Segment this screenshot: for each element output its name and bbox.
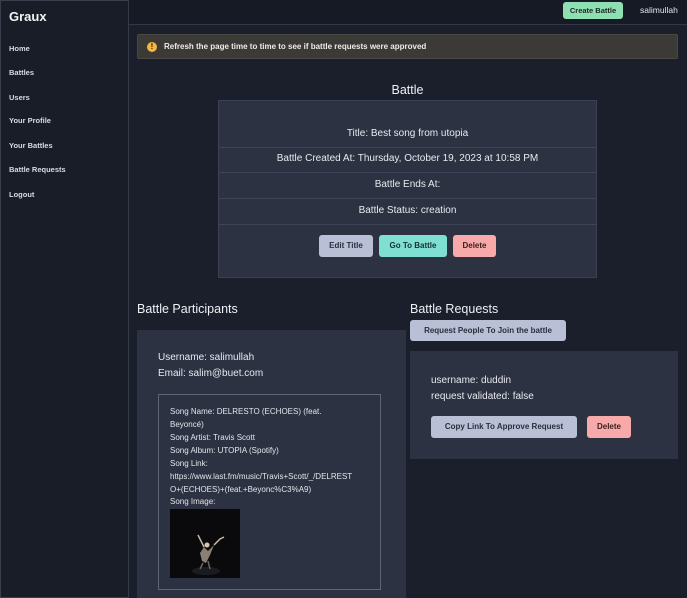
delete-battle-button[interactable]: Delete: [453, 235, 496, 257]
song-box: Song Name: DELRESTO (ECHOES) (feat. Beyo…: [158, 394, 381, 590]
divider: [219, 198, 596, 199]
divider: [219, 224, 596, 225]
sidebar-item-your-profile[interactable]: Your Profile: [9, 116, 51, 125]
sidebar-item-battles[interactable]: Battles: [9, 68, 34, 77]
song-name-line1: Song Name: DELRESTO (ECHOES) (feat.: [170, 407, 322, 416]
song-image-label: Song Image:: [170, 497, 216, 506]
song-link-label: Song Link:: [170, 459, 208, 468]
exclamation-icon: !: [147, 42, 157, 52]
create-battle-button[interactable]: Create Battle: [563, 2, 623, 19]
go-to-battle-button[interactable]: Go To Battle: [379, 235, 447, 257]
battle-status: Battle Status: creation: [358, 205, 457, 216]
divider: [219, 147, 596, 148]
request-username: username: duddin: [431, 375, 512, 386]
battle-card: Title: Best song from utopia Battle Crea…: [218, 100, 597, 278]
battle-created-at: Battle Created At: Thursday, October 19,…: [276, 153, 539, 164]
song-album: Song Album: UTOPIA (Spotify): [170, 446, 279, 455]
sidebar-item-home[interactable]: Home: [9, 44, 30, 53]
participant-username: Username: salimullah: [158, 352, 255, 363]
brand-logo[interactable]: Graux: [9, 9, 47, 24]
edit-title-button[interactable]: Edit Title: [319, 235, 373, 257]
participants-heading: Battle Participants: [137, 302, 238, 316]
request-card: username: duddin request validated: fals…: [410, 351, 678, 459]
song-artist: Song Artist: Travis Scott: [170, 433, 255, 442]
copy-approve-link-button[interactable]: Copy Link To Approve Request: [431, 416, 577, 438]
request-validated: request validated: false: [431, 391, 534, 402]
delete-request-button[interactable]: Delete: [587, 416, 631, 438]
sidebar-item-your-battles[interactable]: Your Battles: [9, 141, 53, 150]
battle-title: Title: Best song from utopia: [346, 128, 469, 139]
album-art-icon: [170, 509, 240, 578]
top-bar: Create Battle salimullah: [129, 0, 687, 25]
alert-text: Refresh the page time to time to see if …: [164, 42, 427, 51]
request-people-button[interactable]: Request People To Join the battle: [410, 320, 566, 341]
info-alert: ! Refresh the page time to time to see i…: [137, 34, 678, 59]
current-username[interactable]: salimullah: [640, 5, 678, 15]
divider: [219, 172, 596, 173]
battle-heading: Battle: [391, 83, 424, 97]
song-link-line1[interactable]: https://www.last.fm/music/Travis+Scott/_…: [170, 470, 370, 483]
sidebar-item-battle-requests[interactable]: Battle Requests: [9, 165, 66, 174]
participant-card: Username: salimullah Email: salim@buet.c…: [137, 330, 406, 598]
participant-email: Email: salim@buet.com: [158, 368, 264, 379]
song-name-line2: Beyoncé): [170, 420, 204, 429]
battle-ends-at: Battle Ends At:: [374, 179, 441, 190]
sidebar-item-logout[interactable]: Logout: [9, 190, 34, 199]
song-cover-image: [170, 509, 240, 578]
requests-heading: Battle Requests: [410, 302, 499, 316]
